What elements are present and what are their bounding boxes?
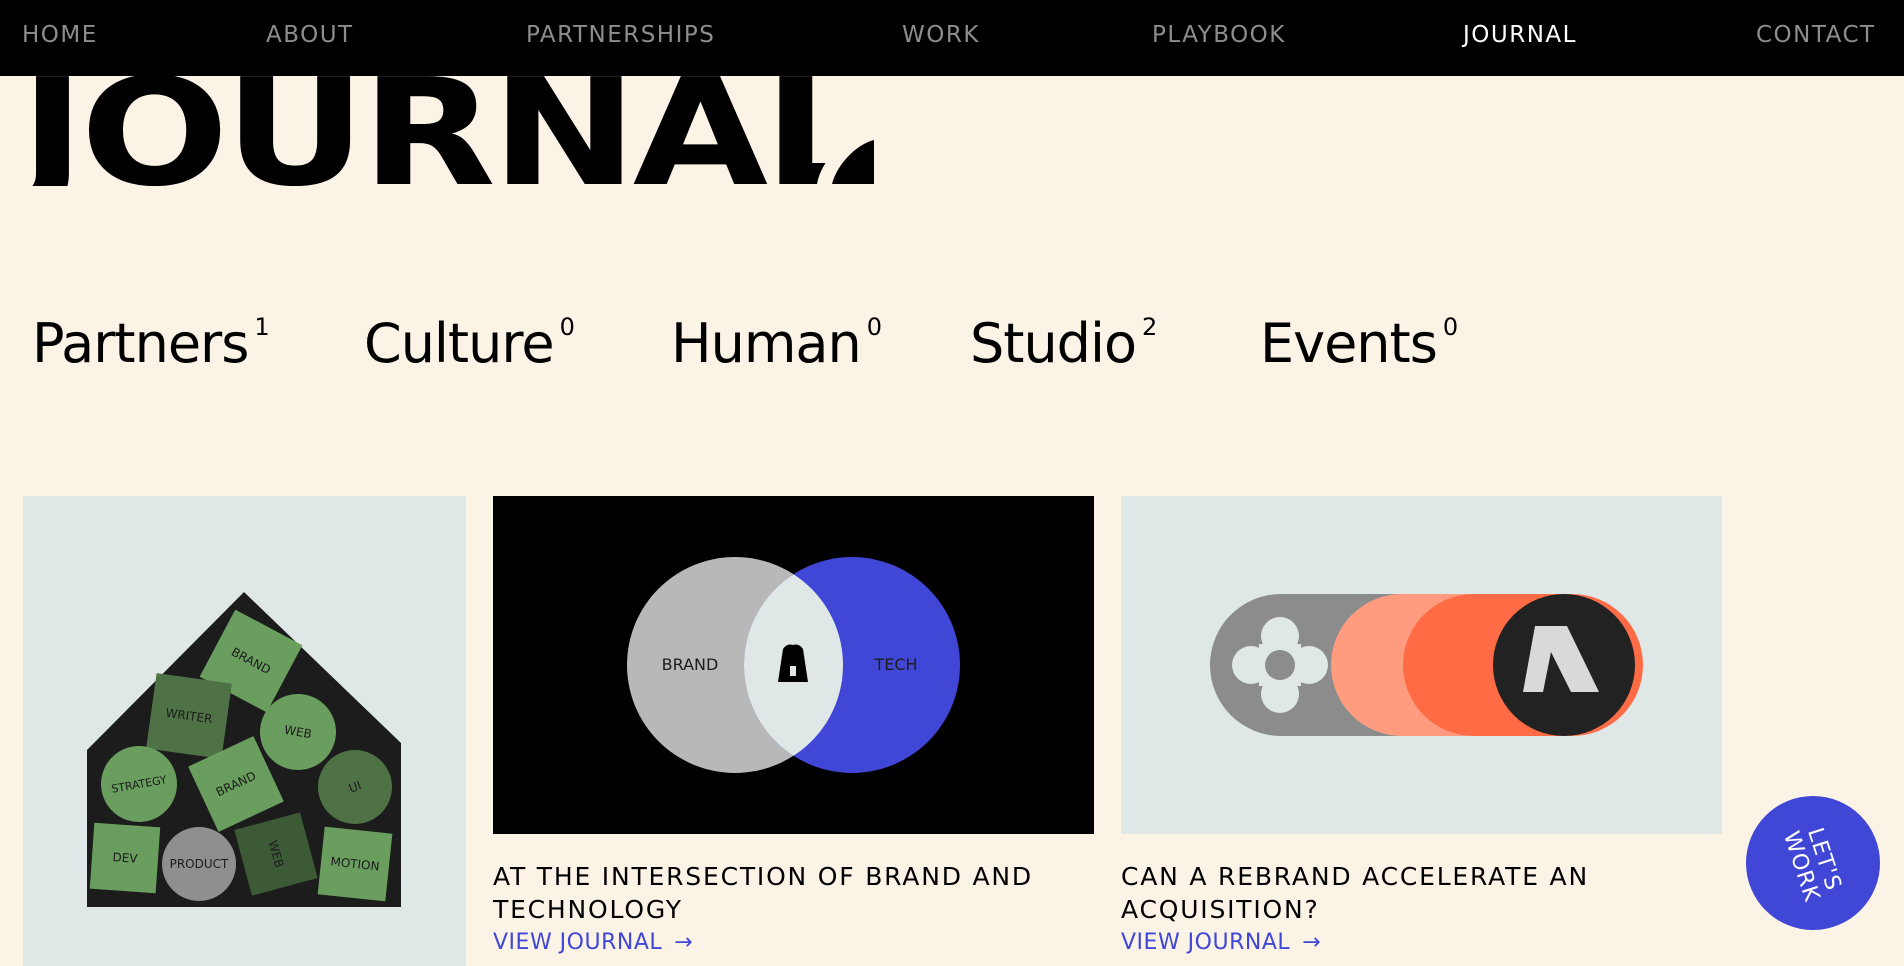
journal-card-image-2[interactable]: BRAND TECH	[493, 496, 1094, 834]
view-journal-link-3[interactable]: VIEW JOURNAL →	[1121, 930, 1321, 955]
category-count: 0	[866, 313, 882, 341]
arrow-right-icon: →	[1302, 930, 1322, 955]
category-events[interactable]: Events 0	[1260, 312, 1458, 375]
nav-journal-link[interactable]: JOURNAL	[1463, 22, 1577, 48]
category-count: 2	[1142, 313, 1157, 341]
journal-card-image-3[interactable]	[1121, 496, 1722, 834]
category-count: 0	[559, 313, 575, 341]
journal-card-title-3[interactable]: CAN A REBRAND ACCELERATE AN ACQUISITION?	[1121, 860, 1589, 926]
nav-playbook-link[interactable]: PLAYBOOK	[1152, 22, 1286, 48]
journal-card-image-1[interactable]: BRAND WRITER WEB STRATEGY BRAND UI DEV P…	[23, 496, 466, 966]
category-studio[interactable]: Studio 2	[970, 312, 1157, 375]
top-navigation-bar: HOME ABOUT PARTNERSHIPS WORK PLAYBOOK JO…	[0, 0, 1904, 76]
brand-tech-venn-illustration: BRAND TECH	[627, 557, 960, 773]
category-count: 1	[254, 313, 269, 341]
journal-card-title-2[interactable]: AT THE INTERSECTION OF BRAND AND TECHNOL…	[493, 860, 1033, 926]
category-count: 0	[1442, 313, 1458, 341]
page-title: JOURNAL	[9, 47, 882, 219]
house-illustration: BRAND WRITER WEB STRATEGY BRAND UI DEV P…	[87, 592, 401, 907]
nav-partnerships-link[interactable]: PARTNERSHIPS	[526, 22, 715, 48]
svg-text:PRODUCT: PRODUCT	[170, 857, 229, 871]
nav-contact-link[interactable]: CONTACT	[1756, 22, 1876, 48]
nav-work-link[interactable]: WORK	[902, 22, 980, 48]
svg-text:BRAND: BRAND	[662, 655, 719, 674]
svg-text:DEV: DEV	[112, 850, 139, 866]
arrow-right-icon: →	[674, 930, 694, 955]
rebrand-transition-illustration	[1210, 594, 1643, 736]
svg-text:JOURNAL: JOURNAL	[22, 76, 871, 186]
svg-text:TECH: TECH	[873, 655, 917, 674]
category-filter-list: Partners 1 Culture 0 Human 0 Studio 2 Events…	[0, 312, 1904, 382]
lets-work-button[interactable]: LET'S WORK	[1746, 796, 1880, 930]
journal-wordmark: JOURNAL	[9, 47, 874, 219]
category-partners[interactable]: Partners 1	[32, 312, 270, 375]
nav-home-link[interactable]: HOME	[22, 22, 98, 48]
view-journal-link-2[interactable]: VIEW JOURNAL →	[493, 930, 693, 955]
category-human[interactable]: Human 0	[671, 312, 882, 375]
nav-about-link[interactable]: ABOUT	[266, 22, 354, 48]
category-culture[interactable]: Culture 0	[364, 312, 575, 375]
